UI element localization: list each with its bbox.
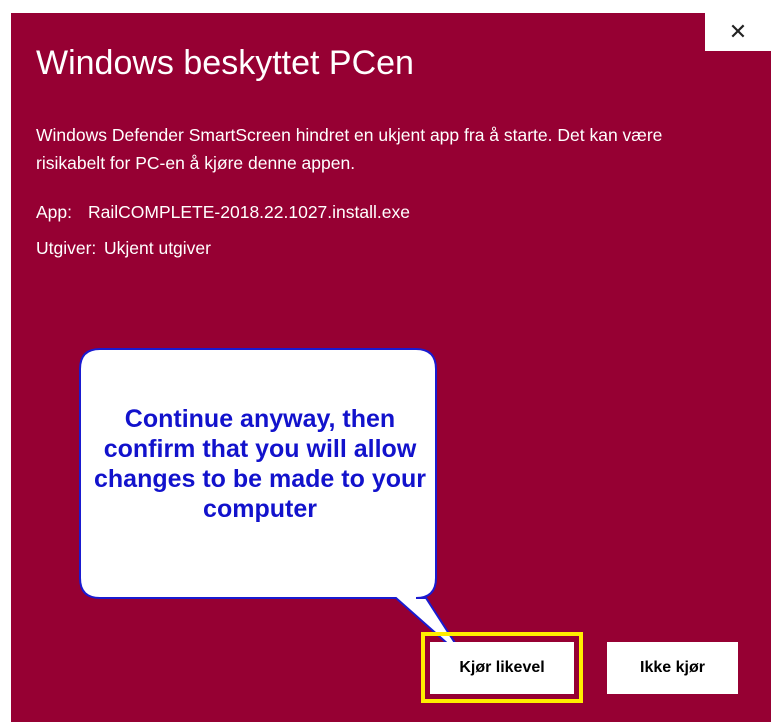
dialog-description: Windows Defender SmartScreen hindret en … bbox=[36, 125, 663, 173]
publisher-label: Utgiver: bbox=[36, 238, 97, 258]
close-icon: ✕ bbox=[728, 19, 748, 45]
dialog-panel bbox=[11, 13, 771, 722]
publisher-value: Ukjent utgiver bbox=[104, 238, 211, 258]
dialog-title: Windows beskyttet PCen bbox=[36, 44, 414, 82]
app-value: RailCOMPLETE-2018.22.1027.install.exe bbox=[88, 202, 410, 222]
dont-run-button[interactable]: Ikke kjør bbox=[607, 642, 738, 694]
publisher-info-row: Utgiver: Ukjent utgiver bbox=[36, 238, 211, 259]
app-info-row: App: RailCOMPLETE-2018.22.1027.install.ex… bbox=[36, 202, 410, 223]
close-button[interactable]: ✕ bbox=[705, 13, 771, 51]
callout-text: Continue anyway, then confirm that you w… bbox=[93, 405, 426, 523]
smartscreen-dialog: ✕ Windows beskyttet PCen Windows Defende… bbox=[0, 0, 771, 722]
app-label: App: bbox=[36, 202, 72, 222]
run-anyway-button[interactable]: Kjør likevel bbox=[430, 642, 574, 694]
